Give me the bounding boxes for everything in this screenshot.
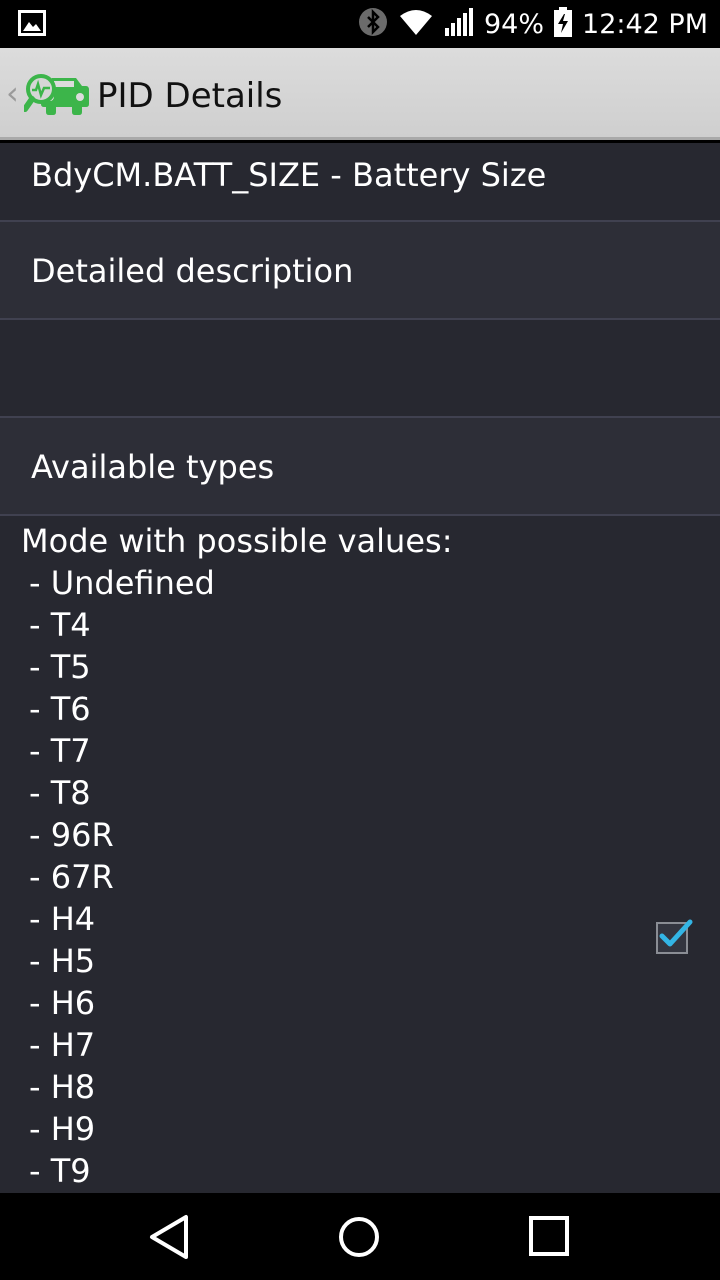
list-item: - H7: [29, 1026, 96, 1064]
recents-icon[interactable]: [527, 1213, 571, 1265]
home-icon[interactable]: [337, 1213, 381, 1265]
types-header-label: Available types: [31, 448, 275, 486]
list-item: - H4: [29, 900, 96, 938]
navigation-bar: [0, 1193, 720, 1280]
page-title: PID Details: [97, 76, 283, 116]
status-bar: 94% 12:42 PM: [0, 0, 720, 48]
check-icon: [659, 919, 693, 947]
pid-details-content[interactable]: BdyCM.BATT_SIZE - Battery Size Detailed …: [0, 143, 720, 1193]
list-item: - 67R: [29, 858, 114, 896]
list-item: - T6: [29, 690, 91, 728]
divider: [0, 514, 720, 516]
list-item: - 96R: [29, 816, 114, 854]
list-item: - T5: [29, 648, 91, 686]
types-list: Mode with possible values: - Undefined -…: [21, 520, 621, 1192]
list-item: - H6: [29, 984, 96, 1022]
description-header: Detailed description: [0, 222, 720, 318]
list-item: - H9: [29, 1110, 96, 1148]
description-body: [0, 320, 720, 416]
bluetooth-icon: [358, 7, 388, 41]
list-item: - T9: [29, 1152, 91, 1190]
up-navigation-icon[interactable]: ‹: [6, 74, 19, 112]
image-notification-icon: [18, 10, 46, 40]
pid-name-row: BdyCM.BATT_SIZE - Battery Size: [0, 143, 720, 220]
list-item: - H5: [29, 942, 96, 980]
type-checkbox[interactable]: [656, 919, 693, 954]
back-icon[interactable]: [148, 1213, 192, 1265]
list-item: - T7: [29, 732, 91, 770]
battery-percent: 94%: [484, 8, 545, 40]
pid-name: BdyCM.BATT_SIZE - Battery Size: [31, 156, 547, 194]
types-header: Available types: [0, 418, 720, 514]
description-header-label: Detailed description: [31, 252, 354, 290]
list-item: - H8: [29, 1068, 96, 1106]
signal-icon: [444, 8, 474, 40]
list-item: - T4: [29, 606, 91, 644]
battery-charging-icon: [554, 7, 573, 41]
list-item: - T8: [29, 774, 91, 812]
clock: 12:42 PM: [582, 8, 708, 40]
action-bar: ‹ PID Details: [0, 48, 720, 140]
list-item: - Undefined: [29, 564, 215, 602]
car-diagnostic-icon[interactable]: [22, 72, 90, 122]
types-intro: Mode with possible values:: [21, 522, 453, 560]
wifi-icon: [398, 8, 434, 40]
